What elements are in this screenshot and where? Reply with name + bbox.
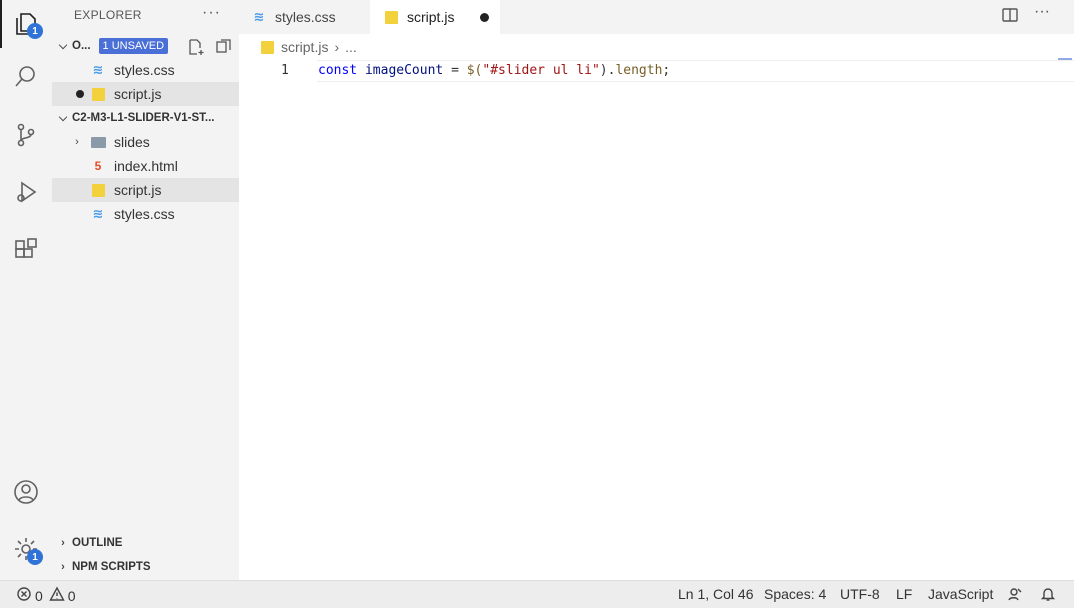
tree-item-index-html[interactable]: 5 index.html (52, 154, 239, 178)
code-line[interactable]: 1 const imageCount = $("#slider ul li").… (239, 60, 1074, 82)
token-variable: imageCount (364, 63, 444, 78)
tree-item-label: slides (114, 134, 150, 150)
indentation[interactable]: Spaces: 4 (764, 586, 826, 602)
tree-item-script-js[interactable]: script.js (52, 178, 239, 202)
open-editors-label: O... (72, 40, 91, 52)
explorer-icon[interactable]: 1 (0, 0, 52, 48)
unsaved-dot-icon[interactable] (76, 90, 84, 98)
outline-header[interactable]: › OUTLINE (52, 532, 239, 554)
save-all-icon[interactable] (215, 38, 233, 56)
breadcrumb-separator-icon: › (334, 39, 340, 55)
folder-header[interactable]: ⌵ C2-M3-L1-SLIDER-V1-ST... (52, 107, 239, 129)
js-file-icon (90, 86, 106, 102)
token-operator: = (451, 63, 459, 78)
open-editor-label: script.js (114, 86, 162, 102)
chevron-right-icon: › (61, 537, 65, 549)
unsaved-badge: 1 UNSAVED (98, 38, 169, 54)
open-editor-item-styles-css[interactable]: ≋ styles.css (52, 58, 239, 82)
explorer-badge: 1 (27, 23, 43, 39)
chevron-right-icon: › (75, 136, 79, 148)
cursor-position[interactable]: Ln 1, Col 46 (678, 586, 754, 602)
status-bar: 0 0 Ln 1, Col 46 Spaces: 4 UTF-8 LF Java… (0, 580, 1074, 608)
chevron-right-icon: › (61, 561, 65, 573)
tree-item-slides[interactable]: › slides (52, 130, 239, 154)
account-icon[interactable] (0, 468, 52, 516)
chevron-down-icon: ⌵ (58, 39, 68, 52)
new-untitled-file-icon[interactable] (187, 38, 205, 56)
split-editor-icon[interactable] (1001, 6, 1021, 26)
folder-icon (90, 134, 106, 150)
css-file-icon: ≋ (253, 9, 265, 24)
explorer-title: EXPLORER (74, 8, 142, 22)
settings-badge: 1 (27, 549, 43, 565)
tab-script-js[interactable]: script.js (370, 0, 500, 34)
run-debug-icon[interactable] (0, 168, 52, 216)
js-file-icon (383, 9, 399, 25)
source-control-icon[interactable] (0, 111, 52, 159)
token-function: $( (466, 63, 483, 78)
tree-item-label: styles.css (114, 206, 175, 222)
tab-label: styles.css (275, 9, 336, 25)
npm-scripts-header[interactable]: › NPM SCRIPTS (52, 556, 239, 578)
error-icon (16, 586, 32, 605)
breadcrumb: script.js › ... (259, 39, 357, 55)
unsaved-dot-icon[interactable] (480, 12, 490, 22)
js-file-icon (90, 182, 106, 198)
notifications-bell-icon[interactable] (1040, 586, 1056, 605)
explorer-sidebar: EXPLORER ··· ⌵ O... 1 UNSAVED ≋ styles.c… (52, 0, 239, 580)
settings-gear-icon[interactable]: 1 (0, 525, 52, 573)
open-editor-item-script-js[interactable]: script.js (52, 82, 239, 106)
js-file-icon (259, 39, 275, 55)
feedback-icon[interactable] (1007, 586, 1023, 605)
editor-tab-bar: ≋ styles.css script.js ··· (239, 0, 1074, 34)
token-punctuation: ). (599, 63, 616, 78)
breadcrumb-rest[interactable]: ... (345, 39, 357, 55)
end-of-line[interactable]: LF (896, 586, 912, 602)
outline-label: OUTLINE (72, 537, 123, 549)
explorer-more-actions[interactable]: ··· (202, 4, 221, 22)
breadcrumb-file[interactable]: script.js (281, 39, 328, 55)
tree-item-label: index.html (114, 158, 178, 174)
problems-indicator[interactable]: 0 0 (16, 586, 76, 605)
token-keyword: const (318, 63, 358, 78)
folder-label: C2-M3-L1-SLIDER-V1-ST... (72, 112, 215, 124)
search-icon[interactable] (0, 53, 52, 101)
language-mode[interactable]: JavaScript (928, 586, 993, 602)
activity-bar: 1 1 (0, 0, 52, 580)
tree-item-styles-css[interactable]: ≋ styles.css (52, 202, 239, 226)
code-text[interactable]: const imageCount = $("#slider ul li").le… (318, 63, 670, 78)
open-editors-header[interactable]: ⌵ O... 1 UNSAVED (52, 35, 239, 57)
error-count: 0 (35, 587, 43, 604)
html-file-icon: 5 (94, 159, 102, 173)
code-editor[interactable]: script.js › ... 1 const imageCount = $("… (239, 34, 1074, 580)
token-semicolon: ; (662, 63, 671, 78)
token-string: "#slider ul li" (482, 63, 600, 78)
tree-item-label: script.js (114, 182, 162, 198)
tab-label: script.js (407, 9, 455, 25)
more-actions-icon[interactable]: ··· (1034, 3, 1054, 23)
overview-ruler-marker (1058, 58, 1072, 60)
encoding[interactable]: UTF-8 (840, 586, 880, 602)
line-number: 1 (281, 63, 289, 78)
css-file-icon: ≋ (92, 206, 104, 221)
chevron-down-icon: ⌵ (58, 111, 68, 124)
npm-scripts-label: NPM SCRIPTS (72, 561, 151, 573)
css-file-icon: ≋ (92, 62, 104, 77)
tab-styles-css[interactable]: ≋ styles.css (239, 0, 370, 34)
warning-icon (49, 586, 65, 605)
open-editor-label: styles.css (114, 62, 175, 78)
warning-count: 0 (67, 587, 76, 604)
token-property: length (615, 63, 663, 78)
extensions-icon[interactable] (0, 226, 52, 274)
